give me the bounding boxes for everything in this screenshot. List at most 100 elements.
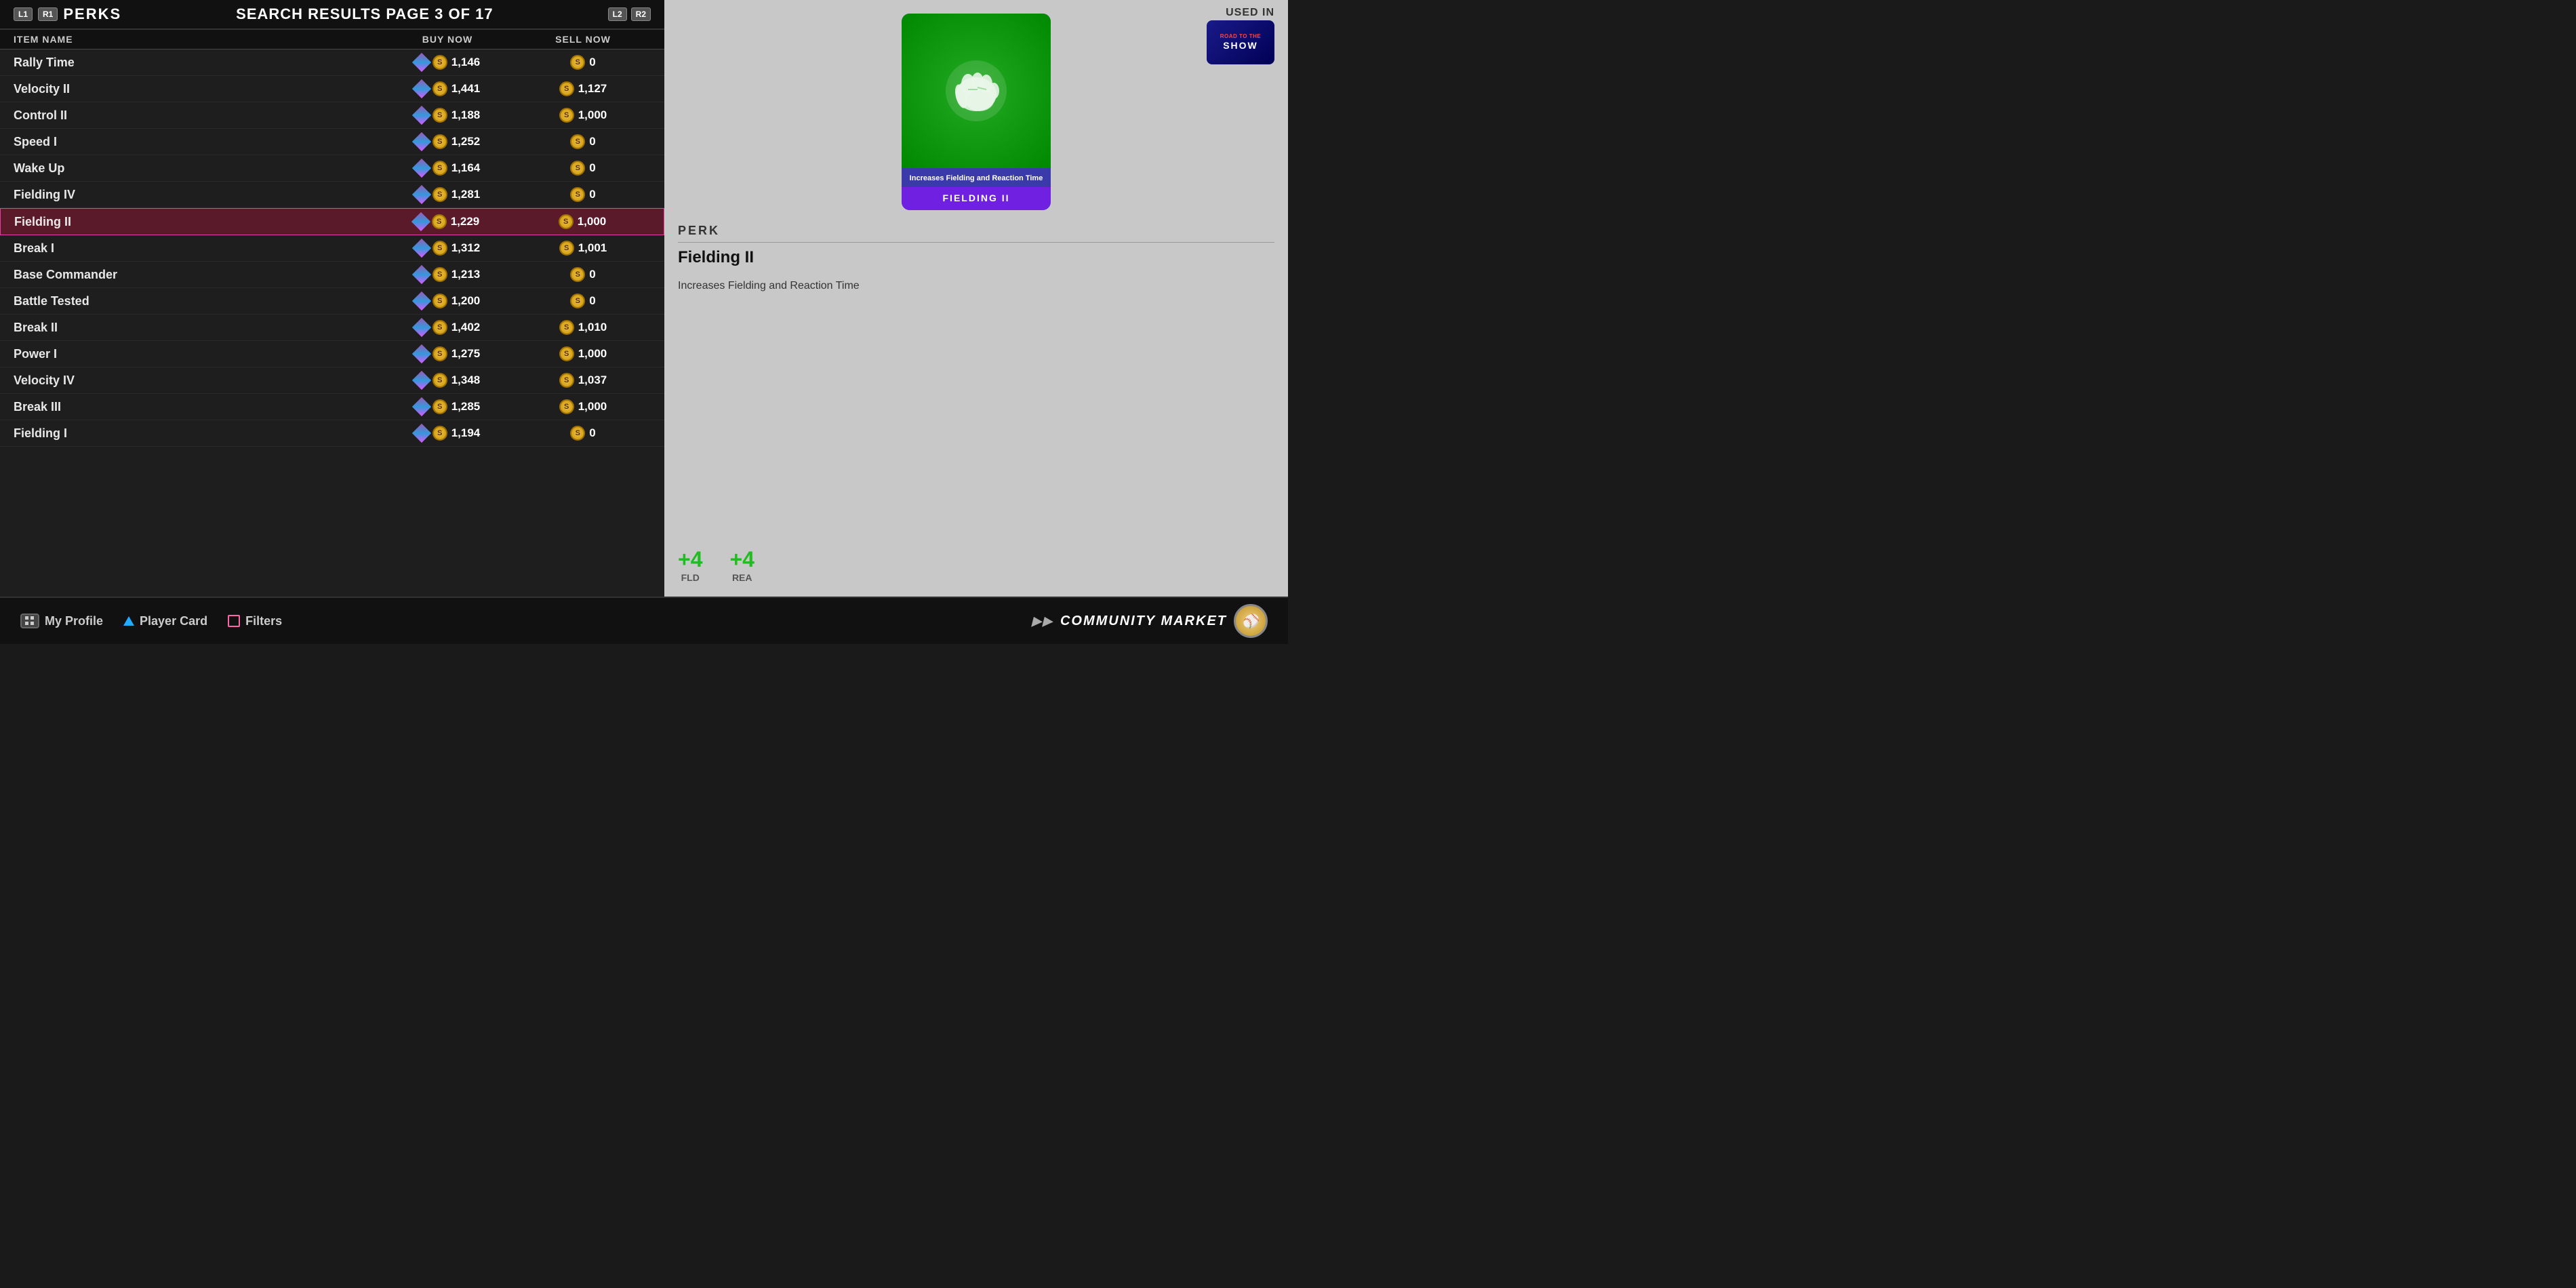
fld-value: +4	[678, 547, 702, 572]
bottom-nav: My Profile Player Card Filters	[20, 613, 282, 628]
table-row[interactable]: Power I S 1,275 S 1,000	[0, 341, 664, 367]
sell-price-cell: S 0	[515, 426, 651, 441]
sell-coin: S	[559, 320, 574, 335]
sell-price: 1,000	[578, 108, 607, 122]
table-row[interactable]: Speed I S 1,252 S 0	[0, 129, 664, 155]
buy-coin: S	[432, 214, 447, 229]
rea-value: +4	[729, 547, 754, 572]
item-name: Break I	[14, 241, 380, 256]
table-row[interactable]: Base Commander S 1,213 S 0	[0, 262, 664, 288]
item-card[interactable]: Increases Fielding and Reaction Time FIE…	[902, 14, 1051, 210]
buy-price-cell: S 1,194	[380, 426, 515, 441]
sell-price: 0	[589, 268, 595, 281]
table-row[interactable]: Velocity IV S 1,348 S 1,037	[0, 367, 664, 394]
sell-coin: S	[570, 187, 585, 202]
table-row[interactable]: Velocity II S 1,441 S 1,127	[0, 76, 664, 102]
road-to-show-badge: ROAD TO THE SHOW	[1207, 20, 1274, 64]
buy-price-cell: S 1,164	[380, 161, 515, 176]
buy-price: 1,348	[451, 374, 481, 387]
right-panel: USED IN ROAD TO THE SHOW	[664, 0, 1288, 597]
diamond-icon	[412, 344, 431, 363]
sell-price-cell: S 1,001	[515, 241, 651, 256]
col-item-header: ITEM NAME	[14, 34, 380, 45]
sell-price: 1,127	[578, 82, 607, 96]
buy-price: 1,188	[451, 108, 481, 122]
card-icon-area	[902, 14, 1051, 168]
buy-price-cell: S 1,312	[380, 241, 515, 256]
sell-price: 0	[589, 135, 595, 148]
perk-section-label: PERK	[678, 224, 1274, 243]
buy-price-cell: S 1,348	[380, 373, 515, 388]
market-arrows-icon: ▶▶	[1032, 614, 1053, 628]
l1-badge: L1	[14, 7, 33, 21]
sell-price-cell: S 1,000	[515, 214, 650, 229]
sell-price: 1,000	[578, 400, 607, 414]
diamond-icon	[412, 132, 431, 151]
buy-price: 1,229	[451, 215, 480, 228]
stat-rea: +4 REA	[729, 547, 754, 583]
buy-price: 1,194	[451, 426, 481, 440]
diamond-icon	[412, 424, 431, 443]
my-profile-nav[interactable]: My Profile	[20, 613, 103, 628]
table-row[interactable]: Rally Time S 1,146 S 0	[0, 49, 664, 76]
item-name: Rally Time	[14, 56, 380, 70]
item-name: Fielding IV	[14, 188, 380, 202]
table-row[interactable]: Battle Tested S 1,200 S 0	[0, 288, 664, 315]
sell-price: 0	[589, 426, 595, 440]
table-row[interactable]: Break I S 1,312 S 1,001	[0, 235, 664, 262]
table-row[interactable]: Fielding I S 1,194 S 0	[0, 420, 664, 447]
card-label-text: FIELDING II	[943, 193, 1010, 203]
buy-coin: S	[432, 241, 447, 256]
table-row[interactable]: Fielding II S 1,229 S 1,000	[0, 208, 664, 235]
diamond-icon	[412, 397, 431, 416]
player-card-nav[interactable]: Player Card	[123, 614, 207, 628]
stats-area: +4 FLD +4 REA	[678, 547, 1274, 583]
bottom-bar: My Profile Player Card Filters ▶▶ COMMUN…	[0, 597, 1288, 644]
col-sell-header: SELL NOW	[515, 34, 651, 45]
community-market: ▶▶ COMMUNITY MARKET ⚾	[1032, 604, 1268, 638]
buy-price-cell: S 1,441	[380, 81, 515, 96]
sell-price-cell: S 0	[515, 267, 651, 282]
r2-badge: R2	[631, 7, 651, 21]
item-name: Fielding I	[14, 426, 380, 441]
filters-nav[interactable]: Filters	[228, 614, 282, 628]
grid-svg	[24, 616, 35, 626]
buy-price: 1,275	[451, 347, 481, 361]
item-name: Break III	[14, 400, 380, 414]
sell-coin: S	[559, 214, 573, 229]
rts-show: SHOW	[1223, 40, 1258, 51]
item-name: Fielding II	[14, 215, 379, 229]
table-row[interactable]: Fielding IV S 1,281 S 0	[0, 182, 664, 208]
sell-coin: S	[559, 399, 574, 414]
buy-coin: S	[432, 161, 447, 176]
sell-coin: S	[570, 134, 585, 149]
diamond-icon	[411, 212, 430, 231]
table-row[interactable]: Wake Up S 1,164 S 0	[0, 155, 664, 182]
card-label-bar: FIELDING II	[902, 187, 1051, 210]
item-name: Control II	[14, 108, 380, 123]
diamond-icon	[412, 371, 431, 390]
table-body: Rally Time S 1,146 S 0 Velocity II S 1,4…	[0, 49, 664, 597]
sell-price: 1,001	[578, 241, 607, 255]
buy-price-cell: S 1,200	[380, 294, 515, 308]
sell-coin: S	[559, 81, 574, 96]
perks-title: PERKS	[63, 5, 121, 23]
card-desc-text: Increases Fielding and Reaction Time	[910, 174, 1043, 182]
buy-coin: S	[432, 346, 447, 361]
sell-price-cell: S 1,000	[515, 346, 651, 361]
card-description-bar: Increases Fielding and Reaction Time	[902, 168, 1051, 187]
sell-coin: S	[570, 267, 585, 282]
table-row[interactable]: Control II S 1,188 S 1,000	[0, 102, 664, 129]
grid-icon	[20, 613, 39, 628]
rts-text: ROAD TO THE	[1220, 34, 1261, 40]
buy-price: 1,285	[451, 400, 481, 414]
item-name: Battle Tested	[14, 294, 380, 308]
table-row[interactable]: Break III S 1,285 S 1,000	[0, 394, 664, 420]
sell-price-cell: S 0	[515, 294, 651, 308]
sell-price-cell: S 0	[515, 134, 651, 149]
buy-price: 1,164	[451, 161, 481, 175]
buy-price: 1,402	[451, 321, 481, 334]
table-row[interactable]: Break II S 1,402 S 1,010	[0, 315, 664, 341]
buy-price: 1,281	[451, 188, 481, 201]
baseball-seam: ⚾	[1242, 613, 1260, 630]
